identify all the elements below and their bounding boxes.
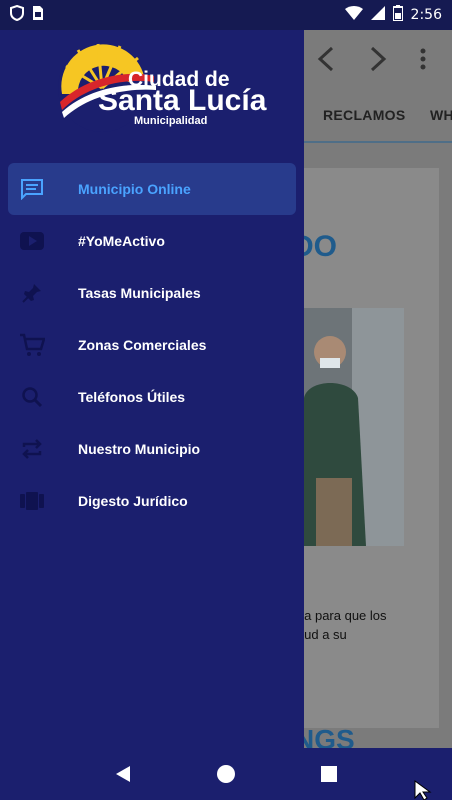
more-vert-icon <box>420 48 426 75</box>
forward-arrow-icon <box>368 46 388 77</box>
menu-label: Tasas Municipales <box>78 285 201 301</box>
menu-label: Nuestro Municipio <box>78 441 201 457</box>
back-button[interactable] <box>108 759 138 789</box>
shield-icon <box>10 4 24 26</box>
back-arrow-icon <box>316 46 336 77</box>
home-button[interactable] <box>211 759 241 789</box>
search-icon <box>10 371 54 423</box>
status-bar: 2:56 <box>0 0 452 30</box>
menu-item-tasas-municipales[interactable]: Tasas Municipales <box>8 267 296 319</box>
menu-item-yomeactivo[interactable]: #YoMeActivo <box>8 215 296 267</box>
background-text-line: aja para que los <box>304 608 387 623</box>
drawer-menu: Municipio Online #YoMeActivo Tasas Munic… <box>0 163 304 527</box>
menu-item-nuestro-municipio[interactable]: Nuestro Municipio <box>8 423 296 475</box>
logo-line-3: Municipalidad <box>134 115 208 127</box>
background-text-line: alud a su <box>304 627 347 642</box>
menu-label: Digesto Jurídico <box>78 493 188 509</box>
menu-label: Teléfonos Útiles <box>78 389 186 405</box>
menu-label: Municipio Online <box>78 181 191 197</box>
repeat-icon <box>10 423 54 475</box>
menu-item-digesto-juridico[interactable]: Digesto Jurídico <box>8 475 296 527</box>
background-photo <box>304 308 404 546</box>
youtube-icon <box>10 215 54 267</box>
pin-icon <box>10 267 54 319</box>
background-app-content[interactable]: RECLAMOS WH DO aja para que los alud a s… <box>304 30 452 748</box>
navigation-drawer: Ciudad de Santa Lucía Municipalidad Muni… <box>0 30 304 748</box>
background-heading-2: NGS <box>304 724 355 748</box>
sim-icon <box>32 5 44 26</box>
recents-button[interactable] <box>314 759 344 789</box>
background-tabs: RECLAMOS WH <box>304 93 452 143</box>
cart-icon <box>10 319 54 371</box>
chat-icon <box>10 163 54 215</box>
menu-item-zonas-comerciales[interactable]: Zonas Comerciales <box>8 319 296 371</box>
book-icon <box>10 475 54 527</box>
mouse-cursor-icon <box>414 780 434 800</box>
menu-label: #YoMeActivo <box>78 233 165 249</box>
background-toolbar <box>304 30 452 93</box>
menu-label: Zonas Comerciales <box>78 337 207 353</box>
background-heading: DO <box>304 230 337 263</box>
logo-line-2: Santa Lucía <box>98 84 267 117</box>
signal-icon <box>370 5 385 25</box>
battery-icon <box>391 4 404 26</box>
wifi-icon <box>344 5 363 25</box>
tab-reclamos: RECLAMOS <box>323 107 406 123</box>
santa-lucia-logo: Ciudad de Santa Lucía Municipalidad <box>58 36 268 136</box>
menu-item-telefonos-utiles[interactable]: Teléfonos Útiles <box>8 371 296 423</box>
system-nav-bar <box>0 748 452 800</box>
menu-item-municipio-online[interactable]: Municipio Online <box>8 163 296 215</box>
status-time: 2:56 <box>410 7 442 23</box>
tab-wh: WH <box>430 107 452 123</box>
